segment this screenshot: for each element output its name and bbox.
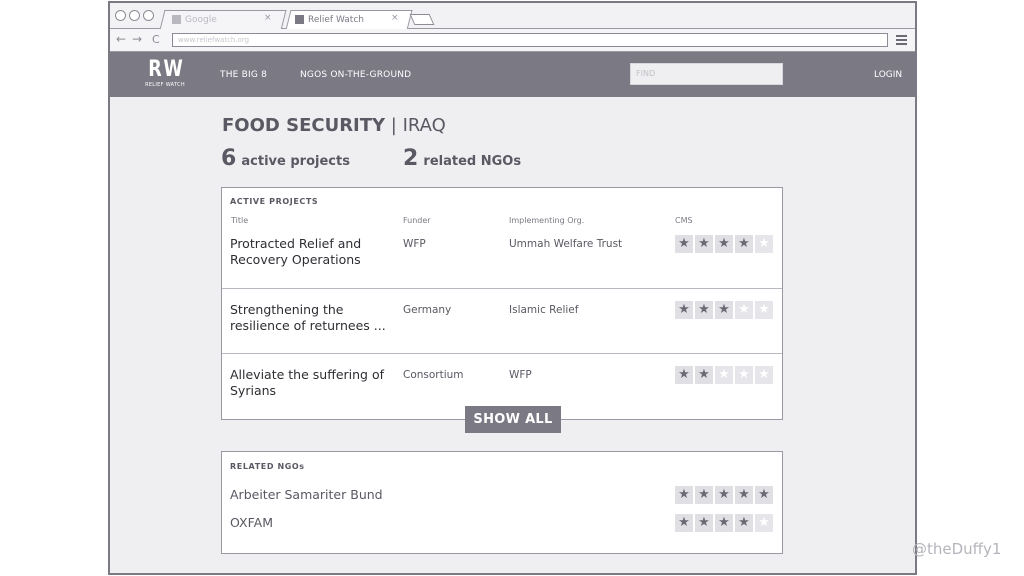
active-projects-heading: ACTIVE PROJECTS [230,197,319,206]
star-filled-icon: ★ [675,366,693,384]
tab-google-close-icon[interactable]: × [264,13,272,23]
star-filled-icon: ★ [735,514,753,532]
star-filled-icon: ★ [755,486,773,504]
star-filled-icon: ★ [715,301,733,319]
project-title[interactable]: Protracted Relief and Recovery Operation… [230,236,400,268]
star-filled-icon: ★ [715,486,733,504]
project-funder: Germany [403,304,452,316]
tab-google-label-wrap: Google [172,11,217,28]
project-row[interactable]: Strengthening the resilience of returnee… [222,288,782,353]
star-filled-icon: ★ [675,514,693,532]
new-tab-button[interactable] [409,14,435,25]
project-funder: Consortium [403,369,464,381]
stat-active-projects-number: 6 [221,146,237,171]
star-filled-icon: ★ [695,486,713,504]
logo-mark: RW [148,57,185,82]
star-filled-icon: ★ [735,235,753,253]
project-row[interactable]: Protracted Relief and Recovery Operation… [222,224,782,288]
page-title: FOOD SECURITY | IRAQ [222,115,446,136]
show-all-button[interactable]: SHOW ALL [465,406,561,433]
back-arrow-icon[interactable]: ← [116,32,126,46]
stat-related-ngos-label: related NGOs [423,154,522,169]
ngo-rating: ★ ★ ★ ★ ★ [675,514,773,532]
star-empty-icon: ★ [755,235,773,253]
tab-relief-watch-close-icon[interactable]: × [391,13,399,23]
related-ngos-heading: RELATED NGOs [230,462,305,471]
page-title-separator: | [385,115,403,136]
star-filled-icon: ★ [715,235,733,253]
star-filled-icon: ★ [715,514,733,532]
project-cms-rating: ★ ★ ★ ★ ★ [675,235,773,253]
project-title[interactable]: Strengthening the resilience of returnee… [230,302,400,334]
project-cms-rating: ★ ★ ★ ★ ★ [675,366,773,384]
site-navbar: RW RELIEF WATCH THE BIG 8 NGOS ON-THE-GR… [110,52,915,97]
tab-google-label: Google [185,14,217,25]
hamburger-menu-icon[interactable] [896,35,907,47]
project-title[interactable]: Alleviate the suffering of Syrians [230,367,400,399]
star-empty-icon: ★ [735,301,753,319]
site-logo[interactable]: RW RELIEF WATCH [144,57,186,89]
stat-active-projects-label: active projects [241,154,350,169]
tab-relief-watch-label-wrap: Relief Watch [295,11,364,28]
url-input[interactable]: www.reliefwatch.org [172,33,888,47]
page-title-country: IRAQ [402,115,446,136]
forward-arrow-icon[interactable]: → [132,32,142,46]
login-link[interactable]: LOGIN [874,70,902,80]
project-implementing-org: Ummah Welfare Trust [509,238,623,250]
project-implementing-org: Islamic Relief [509,304,579,316]
page-title-topic: FOOD SECURITY [222,115,386,136]
star-empty-icon: ★ [715,366,733,384]
relief-watch-favicon-icon [295,15,304,24]
ngo-name[interactable]: OXFAM [230,515,273,530]
find-search-input[interactable]: FIND [630,63,783,85]
stat-active-projects: 6 active projects [221,146,350,171]
tab-relief-watch-label: Relief Watch [308,14,364,25]
star-filled-icon: ★ [695,301,713,319]
ngo-rating: ★ ★ ★ ★ ★ [675,486,773,504]
window-minimize-dot[interactable] [129,10,140,21]
star-empty-icon: ★ [755,366,773,384]
star-empty-icon: ★ [755,514,773,532]
logo-subtitle: RELIEF WATCH [145,82,185,88]
nav-link-ngos-on-the-ground[interactable]: NGOS ON-THE-GROUND [300,70,411,80]
stat-related-ngos: 2 related NGOs [403,146,521,171]
project-funder: WFP [403,238,426,250]
address-bar: ← → C www.reliefwatch.org [110,29,915,52]
ngo-name[interactable]: Arbeiter Samariter Bund [230,487,383,502]
star-filled-icon: ★ [675,301,693,319]
project-cms-rating: ★ ★ ★ ★ ★ [675,301,773,319]
google-favicon-icon [172,15,181,24]
stat-related-ngos-number: 2 [403,146,419,171]
star-empty-icon: ★ [755,301,773,319]
nav-link-big-8[interactable]: THE BIG 8 [220,70,267,80]
star-filled-icon: ★ [735,486,753,504]
star-empty-icon: ★ [735,366,753,384]
browser-window: Google × Relief Watch × ← → C www.relief… [108,1,917,575]
stage: Google × Relief Watch × ← → C www.relief… [0,0,1024,576]
tab-strip: Google × Relief Watch × [110,3,915,30]
window-maximize-dot[interactable] [143,10,154,21]
star-filled-icon: ★ [695,514,713,532]
author-credit: @theDuffy1 [912,540,1002,558]
active-projects-panel: ACTIVE PROJECTS Title Funder Implementin… [221,187,783,420]
project-implementing-org: WFP [509,369,532,381]
star-filled-icon: ★ [695,366,713,384]
reload-icon[interactable]: C [152,33,160,46]
star-filled-icon: ★ [695,235,713,253]
star-filled-icon: ★ [675,486,693,504]
related-ngos-panel: RELATED NGOs Arbeiter Samariter Bund ★ ★ ★… [221,451,783,554]
window-close-dot[interactable] [115,10,126,21]
star-filled-icon: ★ [675,235,693,253]
